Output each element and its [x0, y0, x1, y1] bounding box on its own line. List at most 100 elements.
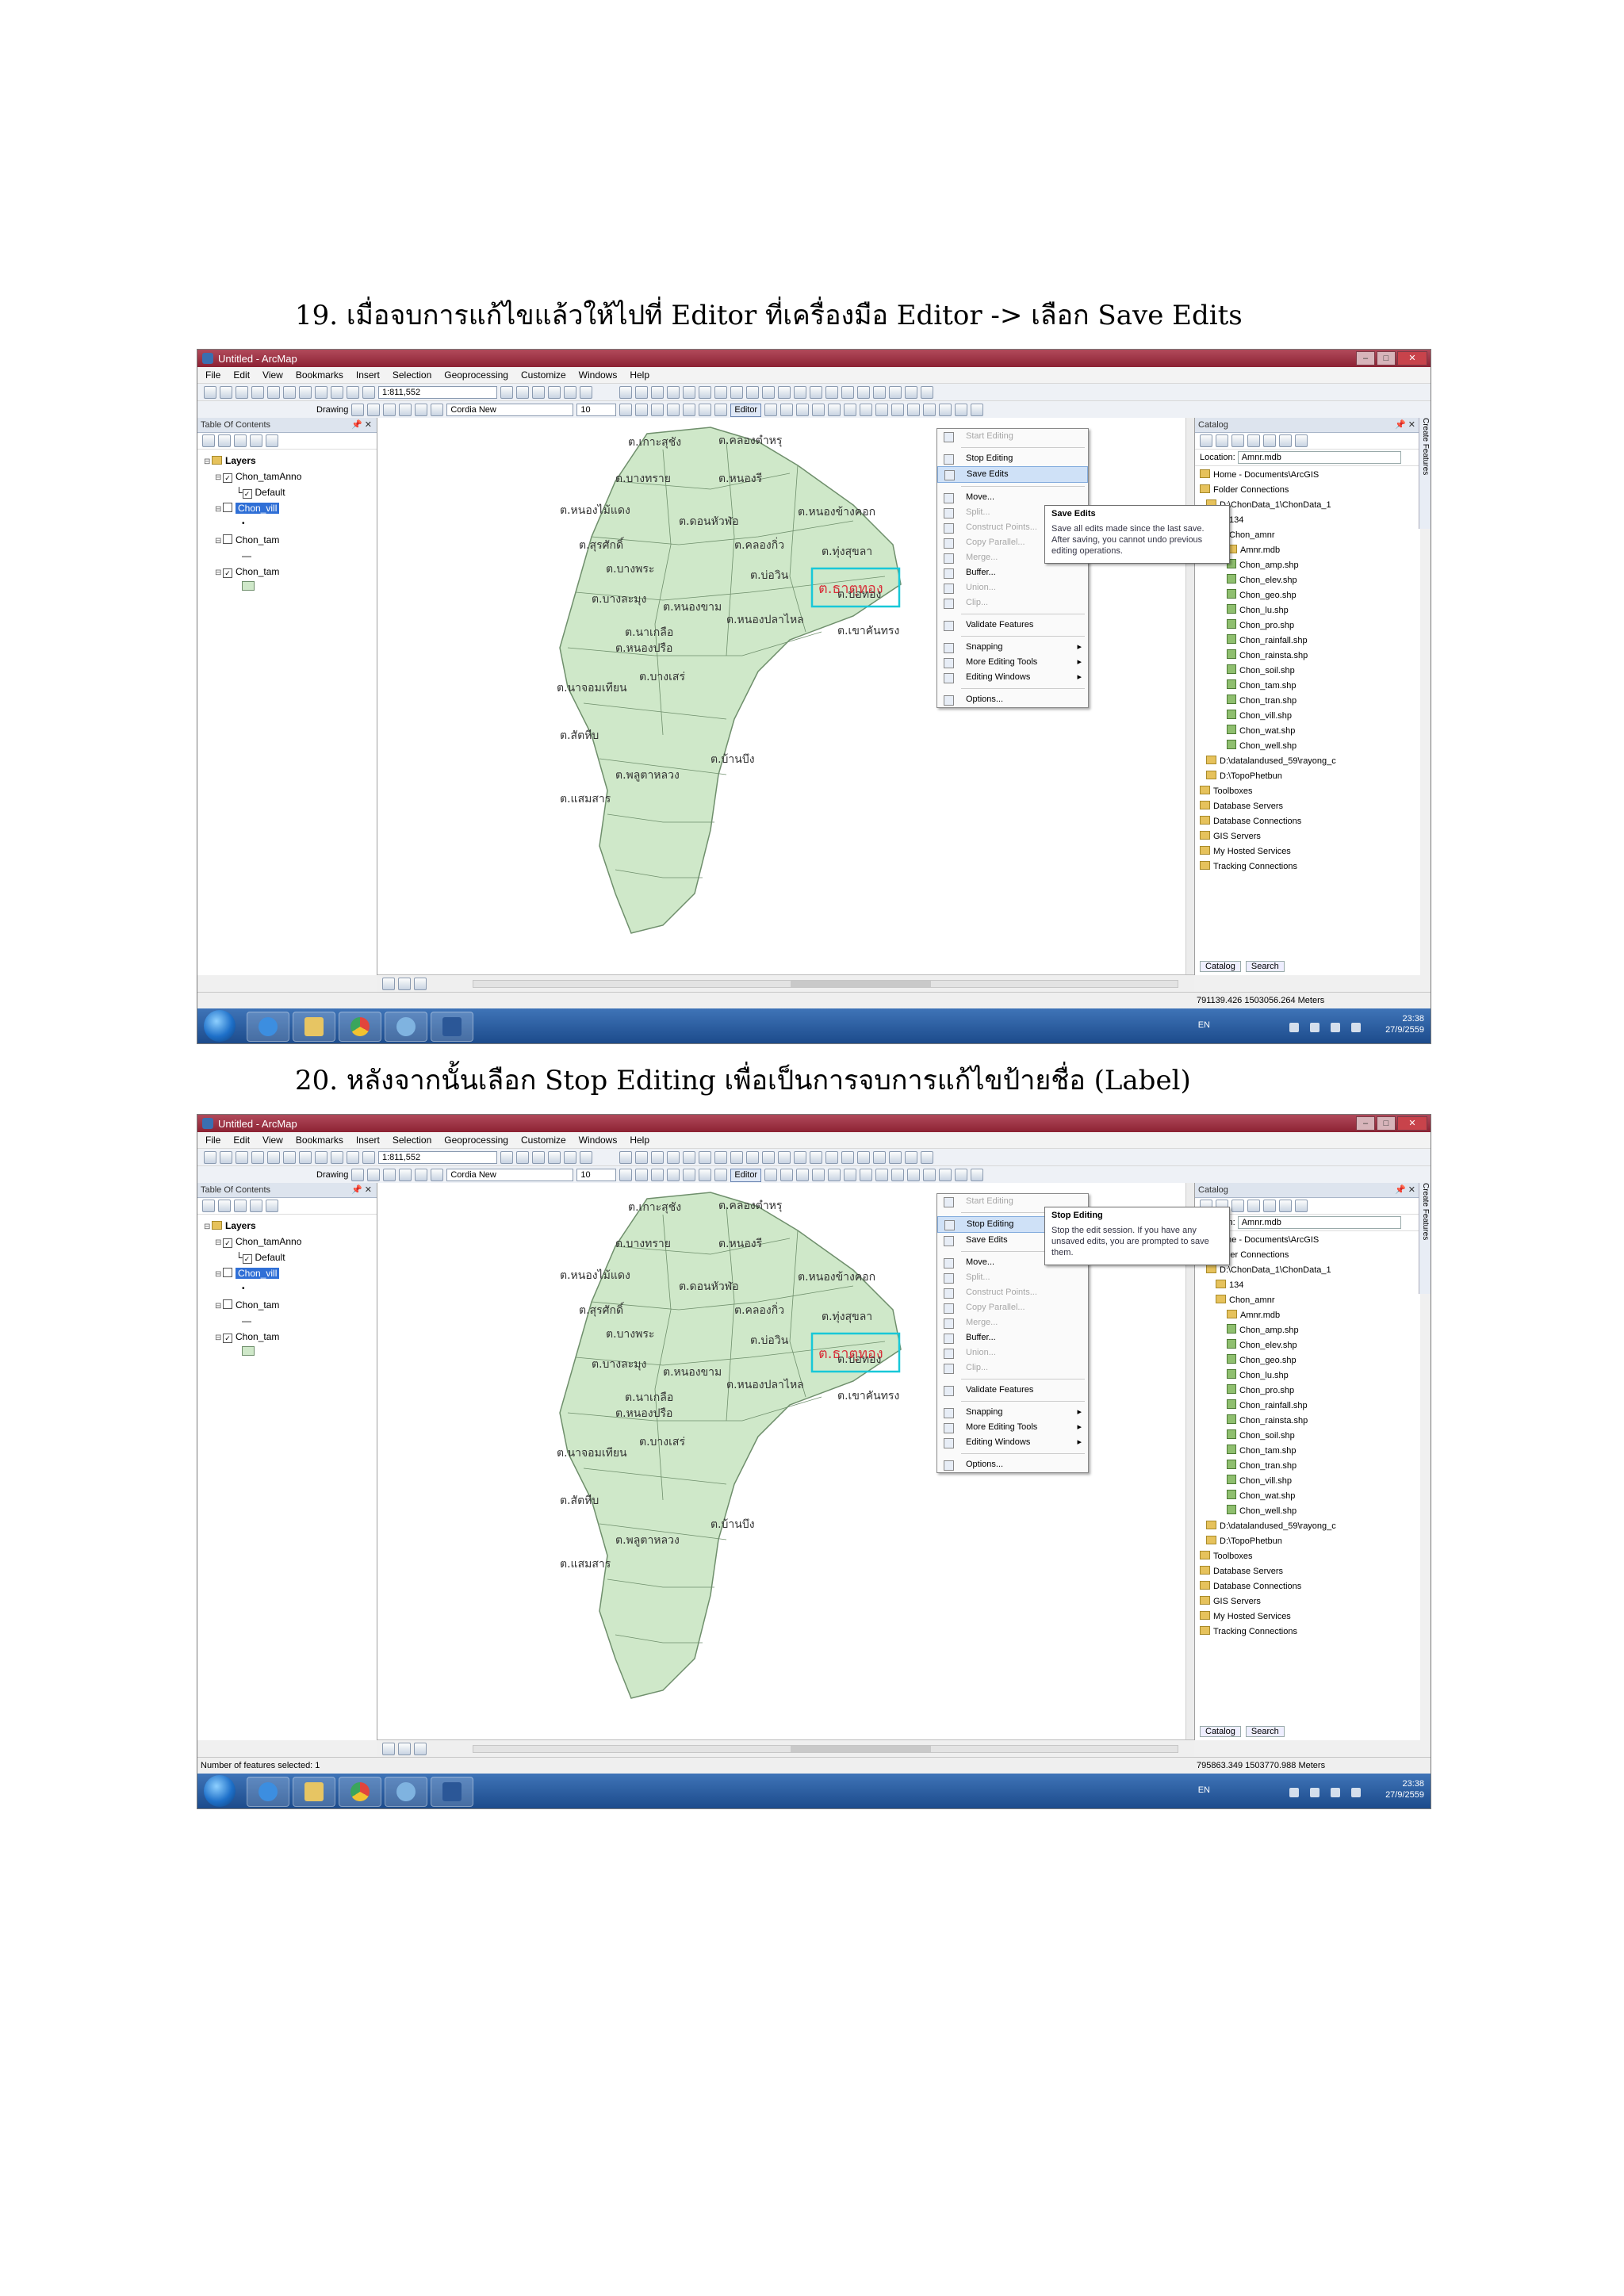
delete-icon[interactable]	[315, 1151, 327, 1164]
cut-icon[interactable]	[267, 1151, 280, 1164]
label-icon[interactable]	[431, 1169, 444, 1181]
point-icon[interactable]	[844, 1169, 857, 1181]
list-by-source-icon[interactable]	[218, 1200, 231, 1212]
home-icon[interactable]	[1247, 434, 1260, 447]
go-to-xy-icon[interactable]	[889, 386, 902, 399]
rotate-tool-icon[interactable]	[923, 404, 936, 416]
refresh-icon[interactable]	[414, 1743, 427, 1755]
catalog-tree-item[interactable]: Home - Documents\ArcGIS	[1200, 1233, 1420, 1248]
menu-customize[interactable]: Customize	[521, 369, 566, 381]
fixed-zoom-in-icon[interactable]	[683, 386, 695, 399]
network-icon[interactable]	[1310, 1023, 1320, 1032]
catalog-tree-item[interactable]: Tracking Connections	[1200, 859, 1420, 874]
edit-tool-icon[interactable]	[764, 404, 778, 416]
toc-layer-annotation[interactable]: ⊟ ✓ Chon_tamAnno	[204, 1234, 377, 1249]
catalog-tree-item[interactable]: D:\TopoPhetbun	[1200, 1534, 1420, 1549]
search-window-icon[interactable]	[548, 386, 561, 399]
sketch-properties-icon[interactable]	[955, 1169, 968, 1181]
reshape-icon[interactable]	[875, 1169, 889, 1181]
python-icon[interactable]	[580, 386, 592, 399]
straight-segment-icon[interactable]	[796, 404, 810, 416]
menu-bookmarks[interactable]: Bookmarks	[296, 1135, 343, 1146]
language-indicator[interactable]: EN	[1198, 1020, 1210, 1031]
attributes-icon[interactable]	[939, 404, 952, 416]
select-element-icon[interactable]	[351, 1169, 365, 1181]
catalog-tree-item[interactable]: Chon_lu.shp	[1200, 1368, 1420, 1383]
undo-icon[interactable]	[331, 386, 343, 399]
toc-layers-group[interactable]: ⊟ Layers	[204, 453, 377, 469]
connect-folder-icon[interactable]	[1263, 1200, 1276, 1212]
rectangle-icon[interactable]	[399, 404, 412, 416]
editor-dropdown-button[interactable]: Editor	[730, 403, 762, 417]
catalog-tree-item[interactable]: D:\TopoPhetbun	[1200, 769, 1420, 784]
zoom-out-icon[interactable]	[635, 386, 648, 399]
print-icon[interactable]	[251, 386, 264, 399]
catalog-tree-item[interactable]: GIS Servers	[1200, 1594, 1420, 1609]
save-icon[interactable]	[236, 386, 248, 399]
editor-menu-item[interactable]: More Editing Tools ▸	[937, 1420, 1088, 1435]
list-by-visibility-icon[interactable]	[234, 434, 247, 447]
create-features-side-tab[interactable]: Create Features	[1419, 1183, 1431, 1294]
back-icon[interactable]	[1200, 434, 1212, 447]
undo-icon[interactable]	[331, 1151, 343, 1164]
font-size-combo[interactable]: 10	[576, 1169, 617, 1181]
catalog-tree-item[interactable]: Chon_rainfall.shp	[1200, 1399, 1420, 1414]
catalog-tree-item[interactable]: Database Connections	[1200, 1579, 1420, 1594]
map-vertical-scrollbar[interactable]	[1185, 418, 1194, 975]
zoom-out-icon[interactable]	[635, 1151, 648, 1164]
map-horizontal-scrollbar[interactable]	[473, 980, 1178, 988]
refresh-icon[interactable]	[414, 978, 427, 990]
edit-vertices-icon[interactable]	[860, 404, 873, 416]
layer-visibility-checkbox[interactable]: ✓	[223, 1334, 232, 1343]
catalog-tree-item[interactable]: Chon_wat.shp	[1200, 724, 1420, 739]
taskbar-ie[interactable]	[247, 1777, 289, 1807]
taskbar-word[interactable]	[431, 1777, 473, 1807]
catalog-tree-item[interactable]: Chon_rainsta.shp	[1200, 1414, 1420, 1429]
map-vertical-scrollbar[interactable]	[1185, 1183, 1194, 1740]
toggle-contents-icon[interactable]	[1279, 434, 1292, 447]
editor-menu-item[interactable]: Options...	[937, 1457, 1088, 1472]
arctoolbox-icon[interactable]	[564, 386, 576, 399]
taskbar-arcmap[interactable]	[385, 1012, 427, 1042]
point-icon[interactable]	[844, 404, 857, 416]
editor-menu-item[interactable]: Buffer...	[937, 1330, 1088, 1345]
full-extent-icon[interactable]	[667, 1151, 680, 1164]
toc-annotation-class[interactable]: └ ✓ Default	[204, 484, 377, 500]
pin-icon[interactable]: 📌 ✕	[351, 1183, 372, 1197]
catalog-tree-item[interactable]: Chon_wat.shp	[1200, 1489, 1420, 1504]
create-features-icon[interactable]	[971, 404, 984, 416]
catalog-tree-item[interactable]: Chon_soil.shp	[1200, 664, 1420, 679]
toc-options-icon[interactable]	[266, 434, 278, 447]
cut-polygons-icon[interactable]	[891, 404, 905, 416]
edit-annotation-icon[interactable]	[780, 404, 794, 416]
minimize-button[interactable]: –	[1356, 1116, 1375, 1131]
catalog-tree-item[interactable]: Toolboxes	[1200, 784, 1420, 799]
layer-visibility-checkbox[interactable]	[223, 503, 232, 512]
start-button[interactable]	[204, 1010, 236, 1042]
list-by-selection-icon[interactable]	[250, 434, 262, 447]
create-viewer-icon[interactable]	[921, 386, 933, 399]
underline-icon[interactable]	[651, 1169, 665, 1181]
back-extent-icon[interactable]	[714, 1151, 727, 1164]
reshape-icon[interactable]	[875, 404, 889, 416]
toc-options-icon[interactable]	[266, 1200, 278, 1212]
underline-icon[interactable]	[651, 404, 665, 416]
edit-vertices-icon[interactable]	[860, 1169, 873, 1181]
select-features-icon[interactable]	[746, 386, 759, 399]
toc-layer-tran[interactable]: ⊟ Chon_tam	[204, 1297, 377, 1313]
catalog-tree-item[interactable]: Chon_tam.shp	[1200, 679, 1420, 694]
class-visibility-checkbox[interactable]: ✓	[242, 489, 252, 499]
taskbar-explorer[interactable]	[293, 1012, 335, 1042]
copy-icon[interactable]	[283, 1151, 296, 1164]
open-icon[interactable]	[220, 386, 232, 399]
delete-icon[interactable]	[315, 386, 327, 399]
find-route-icon[interactable]	[873, 386, 886, 399]
italic-icon[interactable]	[635, 404, 649, 416]
catalog-window-icon[interactable]	[532, 1151, 545, 1164]
line-color-icon[interactable]	[699, 404, 712, 416]
font-name-combo[interactable]: Cordia New	[446, 1169, 574, 1181]
fill-color-icon[interactable]	[683, 404, 696, 416]
fill-color-icon[interactable]	[683, 1169, 696, 1181]
trace-icon[interactable]	[828, 1169, 841, 1181]
copy-icon[interactable]	[283, 386, 296, 399]
